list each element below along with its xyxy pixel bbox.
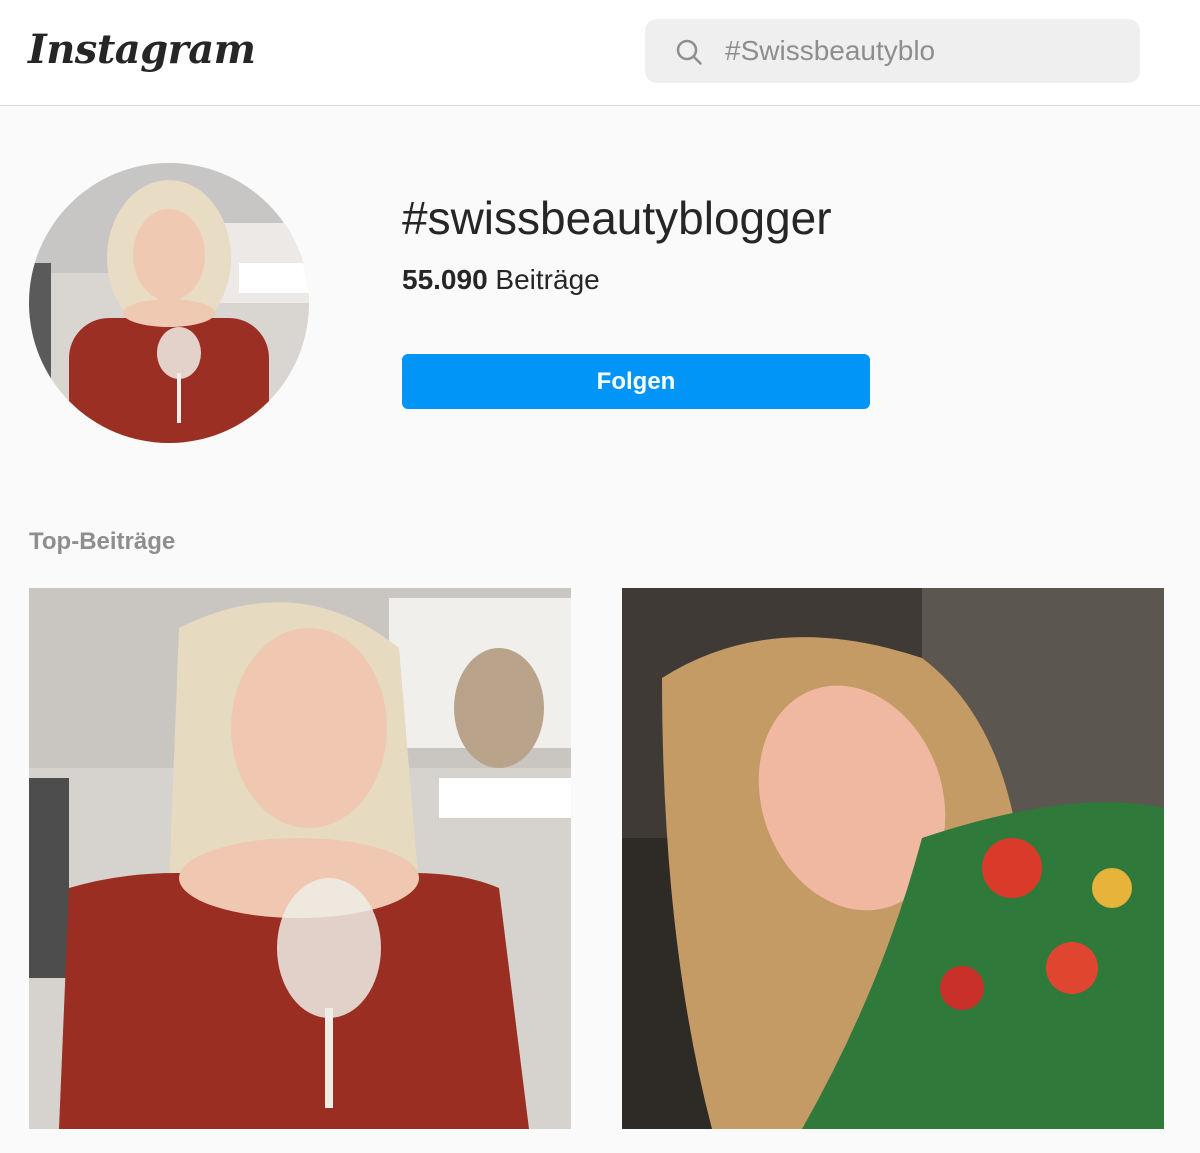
hashtag-title: #swissbeautyblogger xyxy=(402,192,832,244)
post-count-number: 55.090 xyxy=(402,264,488,295)
post-count: 55.090 Beiträge xyxy=(402,262,600,298)
follow-button[interactable]: Folgen xyxy=(402,354,870,409)
post-count-label: Beiträge xyxy=(495,264,600,295)
post-image-woman-with-wine xyxy=(29,588,571,1129)
search-box[interactable] xyxy=(645,19,1140,83)
top-post-1[interactable] xyxy=(29,588,571,1129)
instagram-logo[interactable]: Instagram xyxy=(28,22,256,78)
post-image-woman-floral-shirt xyxy=(622,588,1164,1129)
top-navigation-bar: Instagram xyxy=(0,0,1200,106)
profile-photo xyxy=(29,163,309,443)
top-posts-heading: Top-Beiträge xyxy=(29,528,176,555)
top-post-2[interactable] xyxy=(622,588,1164,1129)
search-icon xyxy=(676,39,702,65)
search-input[interactable] xyxy=(725,19,1125,83)
hashtag-profile-image xyxy=(29,163,309,443)
